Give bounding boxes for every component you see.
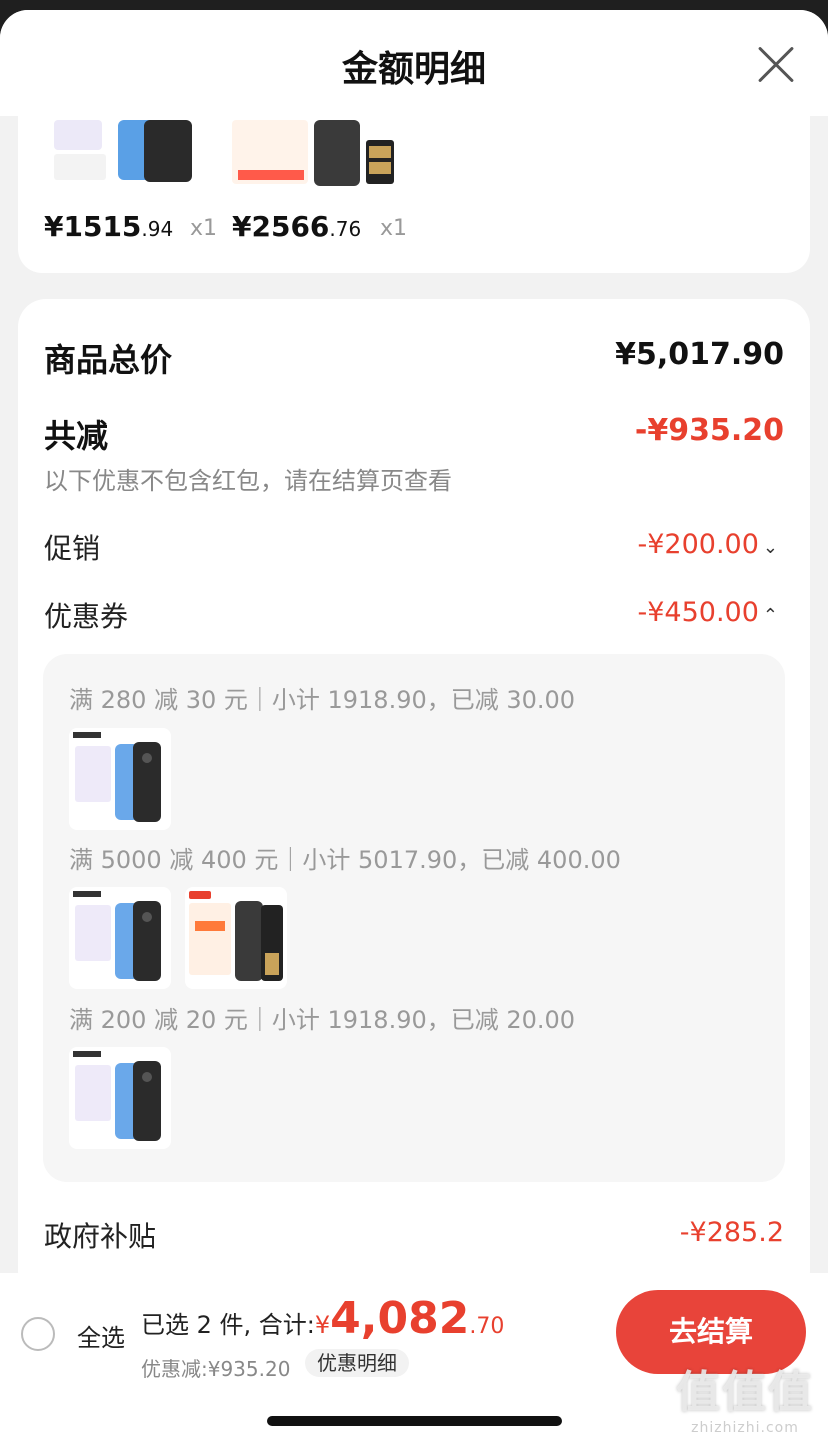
watermark-url: zhizhizhi.com: [691, 1420, 799, 1436]
reduce-value: -¥935.20: [634, 413, 784, 448]
coupon-label: 优惠券: [44, 600, 129, 633]
coupon-rule: 满 280 减 30 元｜小计 1918.90，已减 30.00: [69, 686, 576, 714]
close-icon[interactable]: [758, 46, 794, 82]
coupon-row-toggle[interactable]: -¥450.00 ⌃: [638, 597, 779, 628]
watermark-mark: 值值值: [676, 1367, 814, 1418]
product-thumb-oneplus: [69, 1047, 171, 1149]
total-label: 商品总价: [44, 341, 173, 379]
coupon-rule: 满 5000 减 400 元｜小计 5017.90，已减 400.00: [69, 846, 621, 874]
promo-label: 促销: [44, 532, 101, 565]
promo-row-toggle[interactable]: -¥200.00 ⌄: [638, 529, 779, 560]
coupon-detail-box: 满 280 减 30 元｜小计 1918.90，已减 30.00 满 5000 …: [43, 654, 785, 1182]
reduce-note: 以下优惠不包含红包，请在结算页查看: [44, 467, 452, 495]
coupon-rule: 满 200 减 20 元｜小计 1918.90，已减 20.00: [69, 1006, 576, 1034]
product-thumb-oneplus: [69, 728, 171, 830]
product-thumb-gt6: [185, 887, 287, 989]
product-price: ¥1515.94: [44, 210, 174, 243]
total-summary: 已选 2 件, 合计:¥4,082.70: [141, 1293, 505, 1344]
product-thumb-oneplus: [69, 887, 171, 989]
page-title: 金额明细: [341, 49, 486, 90]
product-image-gt6: [232, 120, 394, 186]
amount-detail-sheet: 金额明细 ¥1515.94 x1 ¥2566.76 x1 商品总价 ¥5,017…: [0, 10, 828, 1444]
select-all-radio[interactable]: [21, 1317, 55, 1351]
coupon-value: -¥450.00: [637, 597, 759, 628]
chevron-up-icon: ⌃: [762, 605, 778, 626]
product-image-oneplus: [54, 120, 192, 182]
home-indicator: [267, 1416, 562, 1426]
total-value: ¥5,017.90: [615, 337, 784, 372]
product-price: ¥2566.76: [232, 210, 362, 243]
price-detail-card: 商品总价 ¥5,017.90 共减 -¥935.20 以下优惠不包含红包，请在结…: [18, 299, 810, 1299]
product-qty: x1: [190, 216, 218, 241]
product-qty: x1: [380, 216, 408, 241]
discount-detail-button[interactable]: 优惠明细: [305, 1349, 409, 1377]
reduce-label: 共减: [44, 417, 109, 455]
select-all-label[interactable]: 全选: [77, 1318, 125, 1353]
sheet-header: 金额明细: [0, 10, 828, 116]
watermark: 值值值 zhizhizhi.com: [676, 1356, 814, 1436]
discount-summary: 优惠减:¥935.20: [141, 1357, 291, 1381]
chevron-down-icon: ⌄: [762, 537, 778, 558]
promo-value: -¥200.00: [637, 529, 759, 560]
subsidy-value: -¥285.2: [679, 1217, 784, 1248]
subsidy-label: 政府补贴: [44, 1220, 157, 1253]
